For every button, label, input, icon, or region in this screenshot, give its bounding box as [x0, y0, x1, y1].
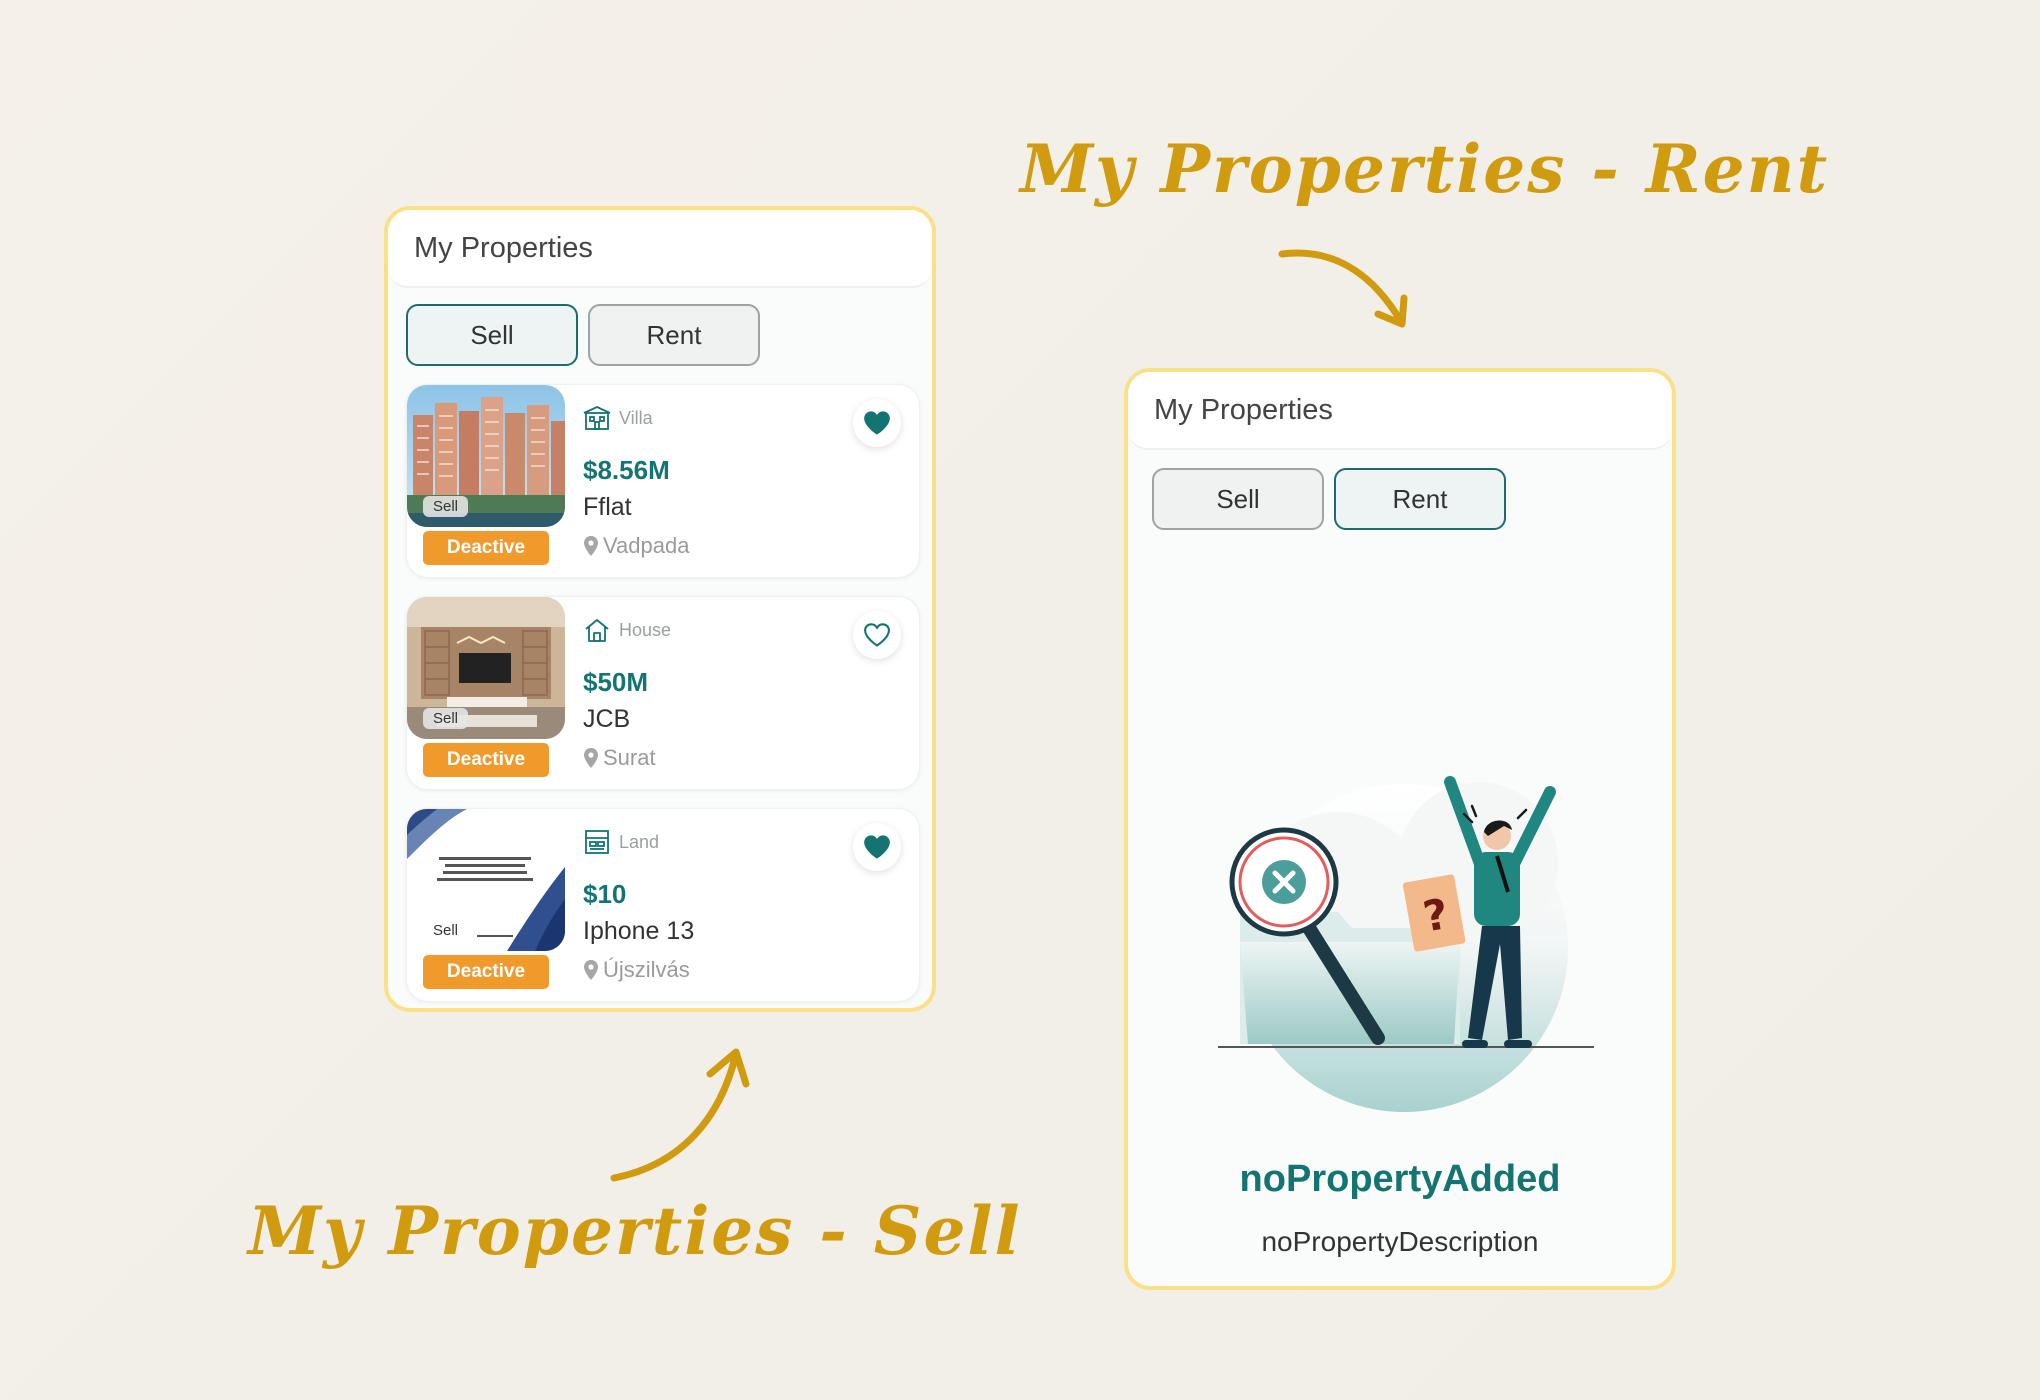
status-badge[interactable]: Deactive	[423, 531, 549, 565]
location-label: Surat	[603, 745, 656, 770]
property-image-apartment: Sell	[407, 385, 565, 527]
listing-type-tag: Sell	[423, 708, 469, 729]
page-title: My Properties	[1128, 372, 1672, 450]
heart-filled-icon	[864, 835, 890, 859]
tab-rent[interactable]: Rent	[588, 304, 760, 366]
property-location: Surat	[583, 745, 656, 771]
heart-filled-icon	[864, 411, 890, 435]
property-type-label: Land	[619, 831, 660, 852]
property-card[interactable]: Sell Deactive Villa $8.56M Fflat Vadpada	[406, 384, 920, 578]
favorite-button[interactable]	[853, 611, 901, 659]
property-image-quote-card: Sell	[407, 809, 565, 951]
sell-screen: My Properties Sell Rent Sell Deactive Vi…	[384, 206, 936, 1012]
property-type: Land	[583, 829, 659, 855]
arrow-to-sell-icon	[610, 1048, 750, 1182]
property-name: Fflat	[583, 493, 632, 521]
listing-type-tag: Sell	[423, 496, 469, 517]
property-type-label: House	[619, 619, 672, 640]
property-name: Iphone 13	[583, 917, 695, 945]
tab-bar: Sell Rent	[1152, 468, 1506, 530]
favorite-button[interactable]	[853, 399, 901, 447]
no-results-illustration: ?	[1218, 776, 1594, 1112]
empty-state-description: noPropertyDescription	[1261, 1226, 1539, 1257]
property-price: $10	[583, 879, 627, 909]
location-pin-icon	[584, 960, 598, 980]
tab-bar: Sell Rent	[406, 304, 760, 366]
property-type: Villa	[583, 405, 653, 431]
heart-outline-icon	[864, 623, 890, 647]
property-name: JCB	[583, 705, 631, 733]
building-icon	[583, 406, 611, 430]
tab-rent[interactable]: Rent	[1334, 468, 1506, 530]
arrow-to-rent-icon	[1278, 249, 1408, 328]
land-icon	[585, 830, 609, 854]
property-type-label: Villa	[619, 407, 653, 428]
property-card[interactable]: Sell Deactive House $50M JCB Surat	[406, 596, 920, 790]
property-image-living-room: Sell	[407, 597, 565, 739]
caption-rent: My Properties - Rent	[1020, 130, 1830, 208]
property-location: Vadpada	[583, 533, 689, 559]
favorite-button[interactable]	[853, 823, 901, 871]
property-type: House	[583, 617, 671, 643]
property-price: $50M	[583, 667, 649, 697]
property-location: Újszilvás	[583, 957, 690, 983]
house-icon	[585, 619, 609, 642]
property-card[interactable]: Sell Deactive Land $10 Iphone 13 Újszilv…	[406, 808, 920, 1002]
listing-type-tag: Sell	[423, 920, 469, 941]
tab-sell[interactable]: Sell	[1152, 468, 1324, 530]
location-label: Vadpada	[603, 533, 690, 558]
location-pin-icon	[584, 748, 598, 768]
location-pin-icon	[584, 536, 598, 556]
caption-sell: My Properties - Sell	[248, 1192, 1022, 1270]
location-label: Újszilvás	[603, 957, 690, 982]
page-title: My Properties	[388, 210, 932, 288]
property-price: $8.56M	[583, 455, 670, 485]
status-badge[interactable]: Deactive	[423, 955, 549, 989]
status-badge[interactable]: Deactive	[423, 743, 549, 777]
rent-screen: My Properties Sell Rent ? noPropertyAdde…	[1124, 368, 1676, 1290]
tab-sell[interactable]: Sell	[406, 304, 578, 366]
empty-state-title: noPropertyAdded	[1239, 1158, 1561, 1200]
